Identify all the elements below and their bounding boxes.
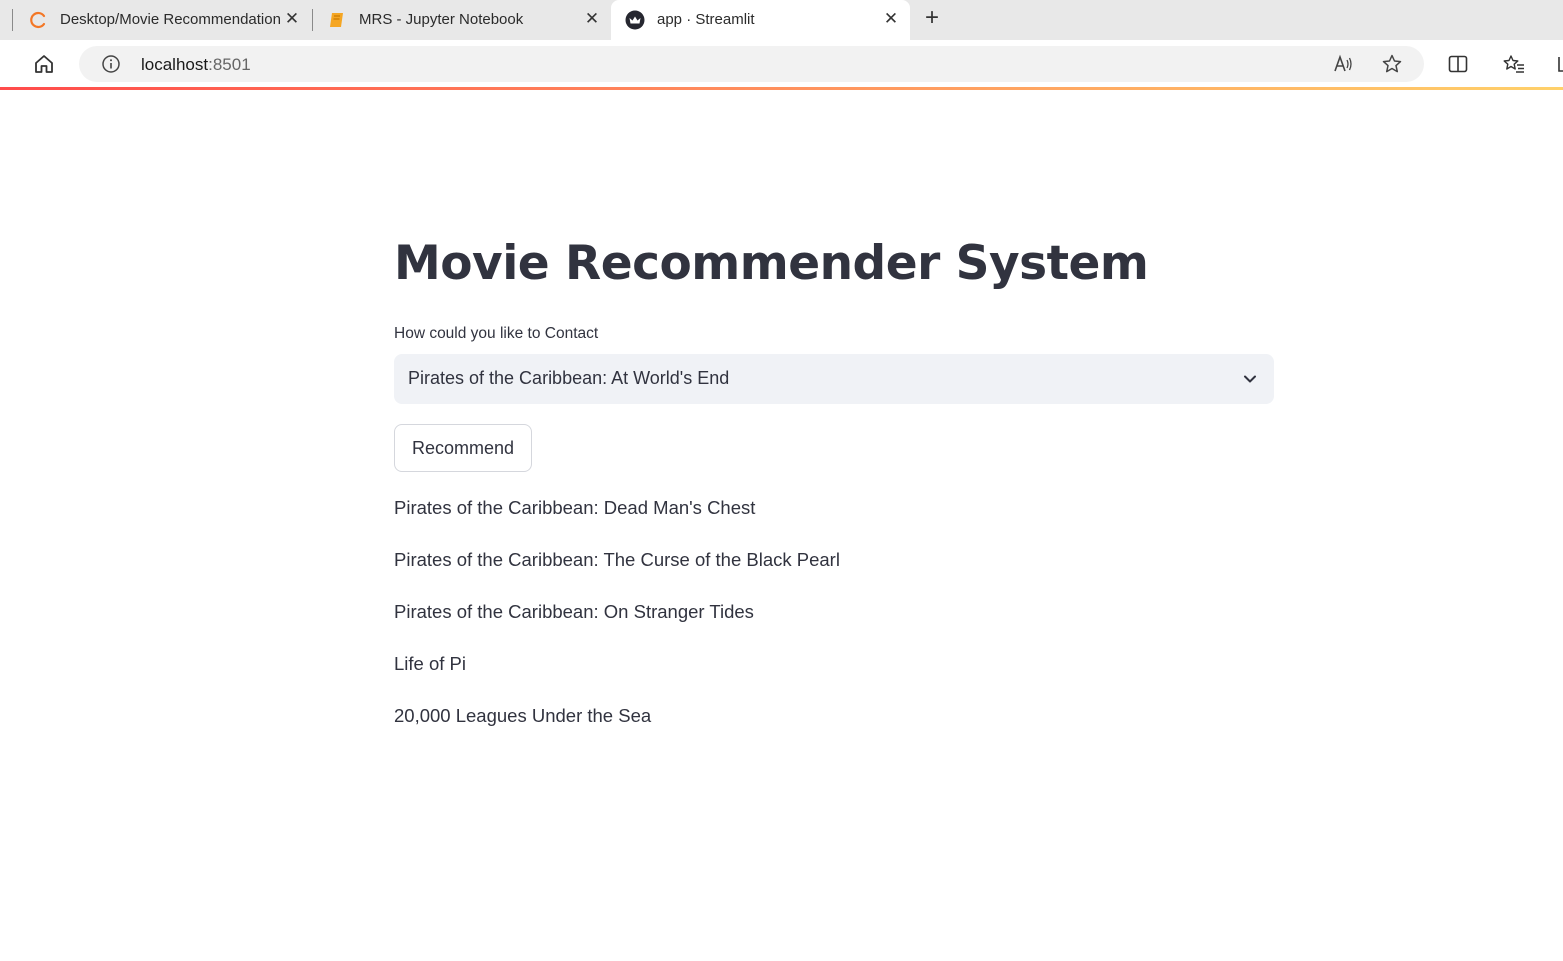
collections-icon[interactable] bbox=[1553, 53, 1563, 75]
recommendation-item: 20,000 Leagues Under the Sea bbox=[394, 705, 652, 726]
tab-title: app · Streamlit bbox=[657, 11, 755, 28]
home-icon[interactable] bbox=[30, 50, 58, 78]
close-icon[interactable]: ✕ bbox=[282, 9, 302, 29]
address-bar[interactable]: localhost:8501 bbox=[79, 46, 1424, 82]
selected-movie: Pirates of the Caribbean: At World's End bbox=[408, 368, 730, 388]
browser-tab-bar: Desktop/Movie Recommendation ✕ MRS - Jup… bbox=[0, 0, 1563, 40]
recommendation-item: Pirates of the Caribbean: Dead Man's Che… bbox=[394, 497, 756, 518]
close-icon[interactable]: ✕ bbox=[881, 9, 901, 29]
url-host: localhost bbox=[141, 55, 209, 74]
tab-separator bbox=[12, 9, 13, 31]
tab-title: Desktop/Movie Recommendation bbox=[60, 11, 280, 28]
info-icon[interactable] bbox=[101, 54, 121, 74]
chevron-down-icon[interactable] bbox=[1242, 371, 1258, 387]
tab-jupyter-tree[interactable]: Desktop/Movie Recommendation ✕ bbox=[14, 0, 310, 40]
tab-jupyter-notebook[interactable]: MRS - Jupyter Notebook ✕ bbox=[313, 0, 610, 40]
url-port: :8501 bbox=[208, 55, 251, 74]
url-text: localhost:8501 bbox=[141, 55, 251, 75]
browser-toolbar: localhost:8501 bbox=[0, 40, 1563, 88]
split-screen-icon[interactable] bbox=[1447, 53, 1469, 75]
close-icon[interactable]: ✕ bbox=[582, 9, 602, 29]
favorite-star-icon[interactable] bbox=[1381, 53, 1403, 75]
page-title: Movie Recommender System bbox=[394, 236, 1149, 291]
recommend-button[interactable]: Recommend bbox=[394, 424, 532, 472]
notebook-icon bbox=[330, 13, 343, 27]
movie-select[interactable]: Pirates of the Caribbean: At World's End bbox=[394, 354, 1274, 404]
read-aloud-icon[interactable] bbox=[1332, 53, 1354, 75]
jupyter-spinner-icon bbox=[30, 11, 46, 29]
recommendation-item: Life of Pi bbox=[394, 653, 466, 674]
favorites-icon[interactable] bbox=[1503, 53, 1525, 75]
streamlit-header-decoration bbox=[0, 87, 1563, 90]
streamlit-crown-icon bbox=[625, 10, 645, 30]
recommendation-item: Pirates of the Caribbean: The Curse of t… bbox=[394, 549, 840, 570]
tab-streamlit-app[interactable]: app · Streamlit ✕ bbox=[611, 0, 910, 40]
new-tab-icon[interactable]: + bbox=[920, 6, 944, 31]
select-label: How could you like to Contact bbox=[394, 325, 599, 342]
recommendation-item: Pirates of the Caribbean: On Stranger Ti… bbox=[394, 601, 754, 622]
tab-title: MRS - Jupyter Notebook bbox=[359, 11, 524, 28]
